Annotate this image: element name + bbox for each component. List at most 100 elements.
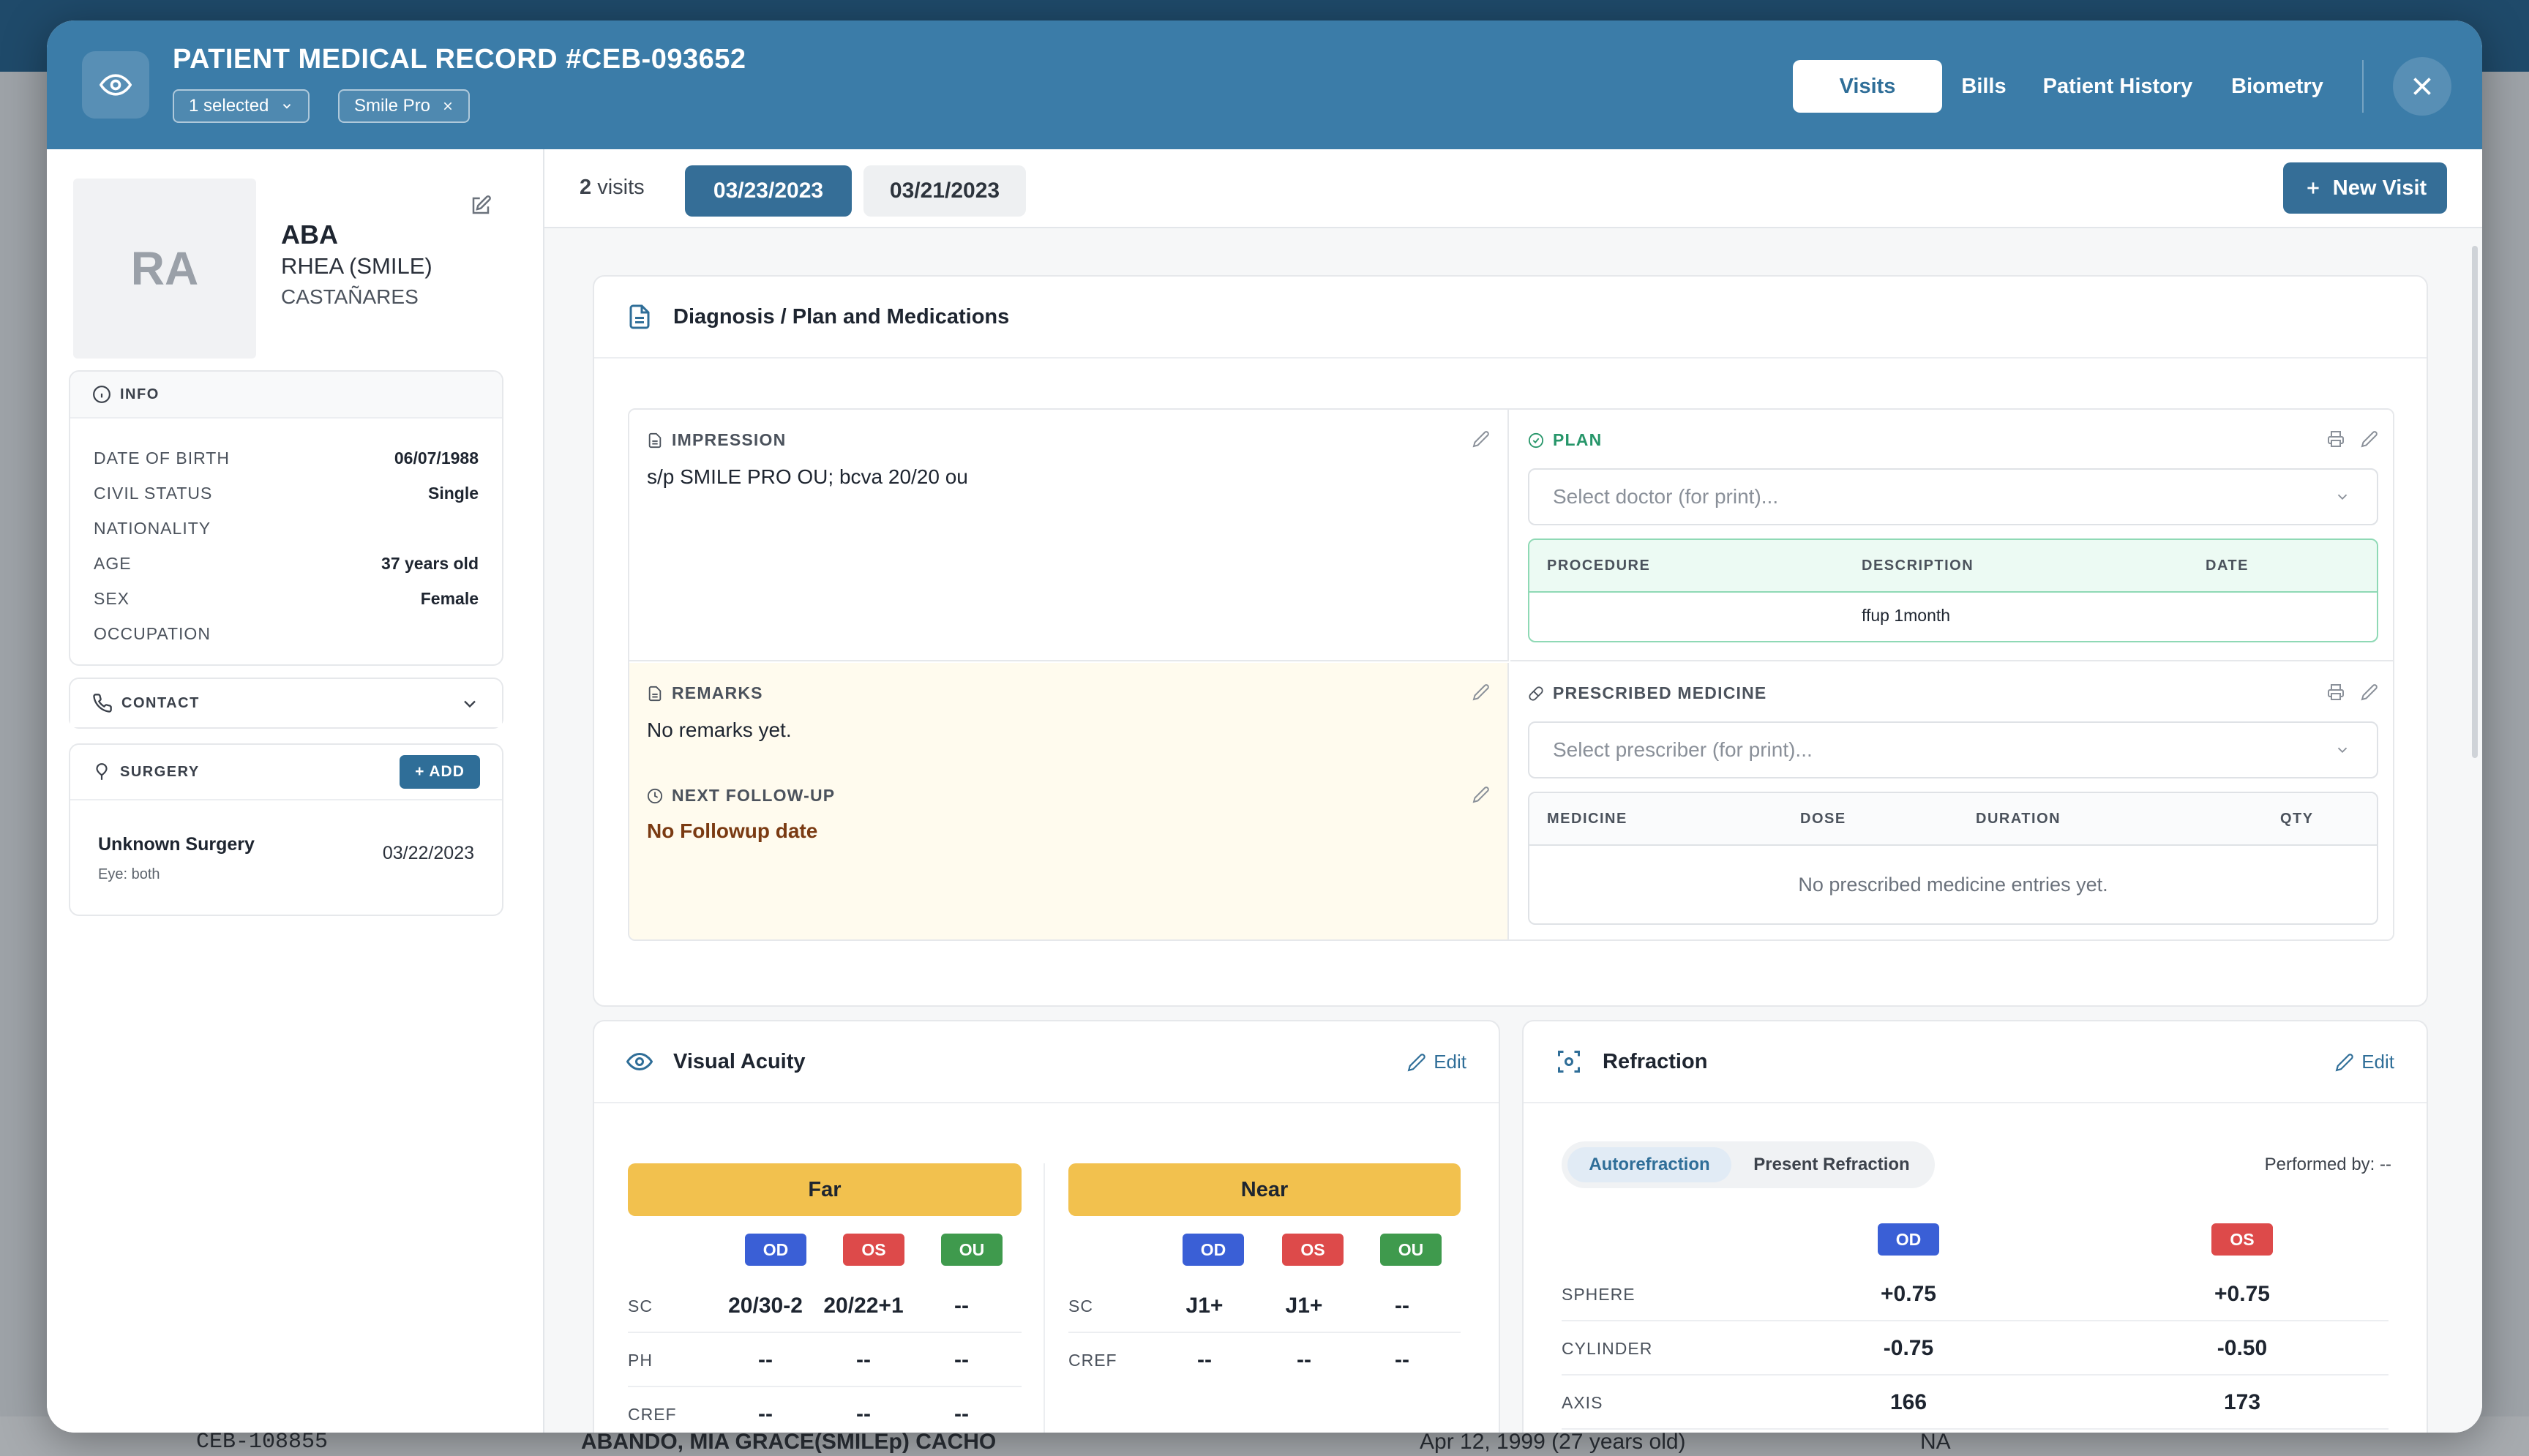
selected-dropdown[interactable]: 1 selected [173, 89, 310, 123]
phone-icon [93, 694, 112, 713]
bg-row-name: ABANDO, MIA GRACE(SMILEp) CACHO [581, 1430, 997, 1454]
refraction-row-cylinder: CYLINDER -0.75 -0.50 [1562, 1321, 2388, 1376]
edit-refraction-button[interactable]: Edit [2335, 1051, 2394, 1073]
printer-icon[interactable] [2327, 430, 2345, 448]
patient-first-name: RHEA (SMILE) [281, 253, 432, 279]
tab-visits[interactable]: Visits [1793, 60, 1942, 113]
pencil-icon[interactable] [1472, 786, 1490, 803]
printer-icon[interactable] [2327, 683, 2345, 701]
column-description: DESCRIPTION [1862, 557, 1974, 574]
pencil-icon[interactable] [1472, 683, 1490, 701]
info-label: SEX [94, 588, 130, 608]
close-icon [2413, 78, 2431, 95]
select-prescriber-dropdown[interactable]: Select prescriber (for print)... [1528, 721, 2378, 778]
tab-biometry[interactable]: Biometry [2210, 60, 2345, 113]
contact-card-header[interactable]: CONTACT [70, 679, 502, 727]
tab-autorefraction[interactable]: Autorefraction [1567, 1147, 1731, 1182]
column-procedure: PROCEDURE [1547, 557, 1651, 574]
contact-card[interactable]: CONTACT [69, 678, 503, 729]
va-row-label: CREF [628, 1405, 677, 1424]
pencil-icon [2335, 1053, 2353, 1071]
record-title: PATIENT MEDICAL RECORD #CEB-093652 [173, 44, 746, 75]
va-value-ou: -- [954, 1294, 969, 1318]
close-modal-button[interactable] [2393, 57, 2451, 116]
patient-middle-name: CASTAÑARES [281, 285, 419, 308]
modal-header: PATIENT MEDICAL RECORD #CEB-093652 1 sel… [47, 20, 2482, 149]
medicine-table: MEDICINE DOSE DURATION QTY No prescribed… [1528, 792, 2378, 925]
selected-chip-label: 1 selected [189, 96, 269, 116]
followup-title: NEXT FOLLOW-UP [672, 786, 836, 805]
visits-count-number: 2 [580, 176, 592, 199]
refraction-value-os: +0.75 [2214, 1282, 2270, 1306]
plus-icon [2307, 182, 2319, 194]
column-duration: DURATION [1976, 810, 2061, 827]
close-icon[interactable] [442, 100, 454, 112]
check-circle-icon [1528, 432, 1544, 448]
va-value-ou: -- [1395, 1348, 1409, 1372]
remarks-header: REMARKS [647, 683, 763, 703]
va-value-od: -- [758, 1348, 773, 1372]
pencil-icon [1407, 1053, 1425, 1071]
plan-section: PLAN Select doctor (for print)... PROCED… [1510, 410, 2393, 661]
visit-tab-03-23-2023[interactable]: 03/23/2023 [685, 165, 852, 217]
tab-present-refraction[interactable]: Present Refraction [1734, 1147, 1929, 1182]
refraction-row-sphere: SPHERE +0.75 +0.75 [1562, 1267, 2388, 1321]
va-value-od: -- [758, 1402, 773, 1426]
near-od-badge: OD [1183, 1234, 1244, 1266]
new-visit-button[interactable]: New Visit [2283, 162, 2447, 214]
tab-bills[interactable]: Bills [1942, 60, 2026, 113]
impression-section: IMPRESSION s/p SMILE PRO OU; bcva 20/20 … [629, 410, 1509, 661]
va-value-ou: -- [954, 1402, 969, 1426]
bg-row-dob: Apr 12, 1999 (27 years old) [1420, 1430, 1686, 1454]
followup-header: NEXT FOLLOW-UP [647, 786, 835, 806]
refraction-tabs: Autorefraction Present Refraction [1562, 1141, 1935, 1188]
bg-row-id: CEB-108855 [196, 1430, 329, 1455]
diagnosis-panel: Diagnosis / Plan and Medications IMPRESS… [593, 275, 2428, 1007]
va-value-os: 20/22+1 [823, 1294, 904, 1318]
info-row-occupation: OCCUPATION [94, 616, 479, 651]
info-card: INFO DATE OF BIRTH 06/07/1988 CIVIL STATU… [69, 370, 503, 666]
info-label: DATE OF BIRTH [94, 448, 230, 468]
near-row-sc: SC J1+ J1+ -- [1068, 1280, 1461, 1333]
info-value: Female [420, 588, 479, 608]
chevron-down-icon [2337, 494, 2348, 500]
filter-chip-label: Smile Pro [354, 96, 431, 116]
near-row-cref: CREF -- -- -- [1068, 1335, 1461, 1387]
refraction-row-label: SPHERE [1562, 1285, 1636, 1304]
medicine-title: PRESCRIBED MEDICINE [1553, 683, 1767, 702]
va-value-os: J1+ [1285, 1294, 1323, 1318]
visit-tab-03-21-2023[interactable]: 03/21/2023 [863, 165, 1026, 217]
edit-patient-icon[interactable] [470, 195, 492, 220]
document-icon [648, 686, 662, 701]
plus-icon: + [415, 763, 425, 780]
va-row-label: PH [628, 1351, 653, 1370]
select-doctor-dropdown[interactable]: Select doctor (for print)... [1528, 468, 2378, 525]
pencil-icon[interactable] [2361, 683, 2378, 701]
refraction-row-axis: AXIS 166 173 [1562, 1376, 2388, 1430]
pencil-icon[interactable] [1472, 430, 1490, 448]
impression-header: IMPRESSION [647, 430, 786, 450]
edit-label: Edit [2361, 1051, 2394, 1073]
far-row-ph: PH -- -- -- [628, 1335, 1022, 1387]
info-row-civil-status: CIVIL STATUS Single [94, 476, 479, 511]
refraction-os-badge: OS [2211, 1223, 2273, 1256]
edit-label: Edit [1434, 1051, 1466, 1073]
scrollbar[interactable] [2472, 246, 2478, 758]
edit-visual-acuity-button[interactable]: Edit [1407, 1051, 1466, 1073]
tab-patient-history[interactable]: Patient History [2026, 60, 2210, 113]
eye-icon [626, 1052, 653, 1071]
far-ou-badge: OU [941, 1234, 1003, 1266]
clock-icon [647, 788, 663, 803]
document-icon [629, 304, 650, 329]
pencil-icon[interactable] [2361, 430, 2378, 448]
info-label: CIVIL STATUS [94, 483, 213, 503]
surgery-icon [96, 763, 108, 780]
add-surgery-button[interactable]: + ADD [400, 755, 480, 789]
visual-acuity-panel: Visual Acuity Edit Far OD OS OU SC 20/30… [593, 1020, 1500, 1433]
patient-sidebar: RA ABA RHEA (SMILE) CASTAÑARES INFO DATE… [47, 149, 544, 1433]
bg-row-na: NA [1920, 1430, 1951, 1454]
surgery-card: SURGERY + ADD Unknown Surgery Eye: both … [69, 743, 503, 916]
info-card-header: INFO [70, 372, 502, 419]
va-value-os: -- [1297, 1348, 1311, 1372]
eye-icon [82, 51, 149, 119]
